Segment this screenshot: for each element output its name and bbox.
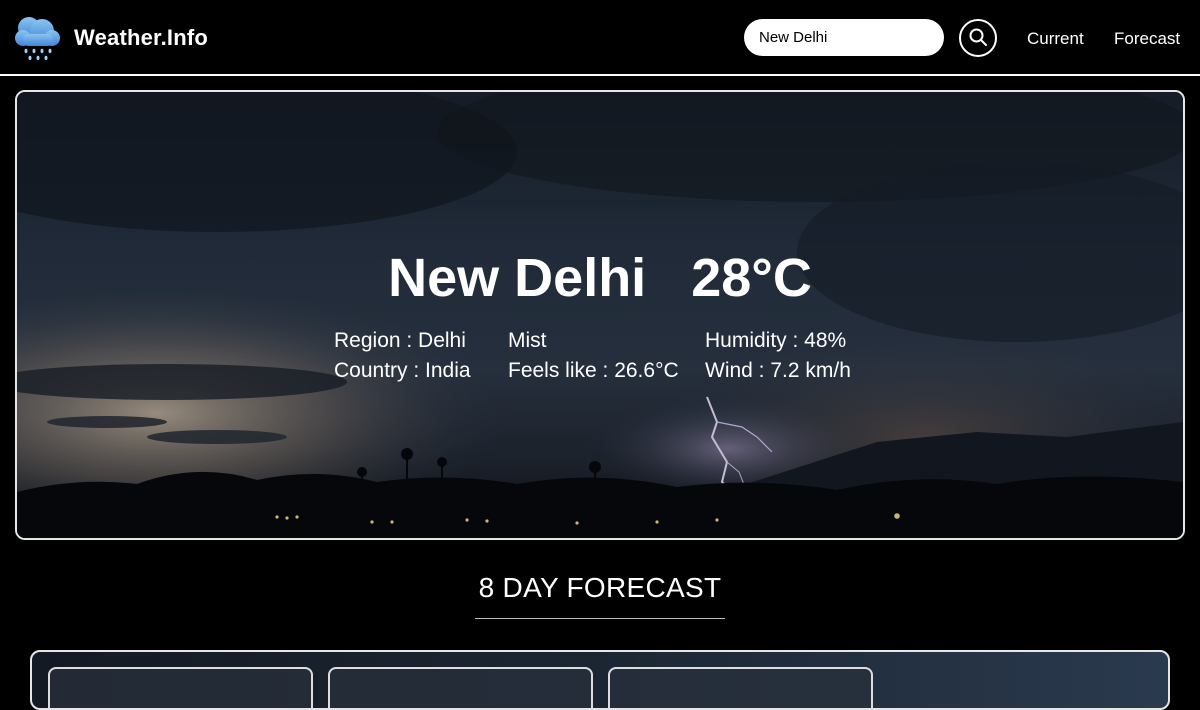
nav-divider: [0, 74, 1200, 76]
city-name: New Delhi: [388, 248, 647, 308]
wind: Wind : 7.2 km/h: [705, 359, 851, 382]
search-button[interactable]: [959, 19, 997, 57]
region: Region : Delhi: [334, 329, 466, 352]
navbar: Weather.Info Current Forecast: [0, 0, 1200, 75]
search-input[interactable]: [744, 19, 944, 56]
brand-name: Weather.Info: [74, 25, 209, 50]
brand[interactable]: Weather.Info: [14, 14, 208, 62]
feels-like: Feels like : 26.6°C: [508, 359, 679, 382]
country: Country : India: [334, 359, 471, 382]
forecast-title: 8 DAY FORECAST: [478, 572, 722, 603]
forecast-day-card[interactable]: [48, 667, 313, 708]
humidity: Humidity : 48%: [705, 329, 847, 352]
condition: Mist: [508, 329, 547, 352]
search-icon: [968, 27, 988, 50]
current-weather-content: New Delhi 28°C Region : Delhi Country : …: [17, 92, 1183, 538]
nav-link-forecast[interactable]: Forecast: [1114, 29, 1180, 49]
forecast-title-underline: [475, 618, 725, 619]
forecast-day-card[interactable]: [328, 667, 593, 708]
forecast-container: [30, 650, 1170, 710]
city-temp-heading: New Delhi 28°C: [17, 247, 1183, 309]
temperature: 28°C: [691, 248, 812, 308]
nav-link-current[interactable]: Current: [1027, 29, 1084, 49]
rain-cloud-icon: [14, 14, 60, 62]
forecast-day-card[interactable]: [608, 667, 873, 708]
current-weather-card: New Delhi 28°C Region : Delhi Country : …: [15, 90, 1185, 540]
